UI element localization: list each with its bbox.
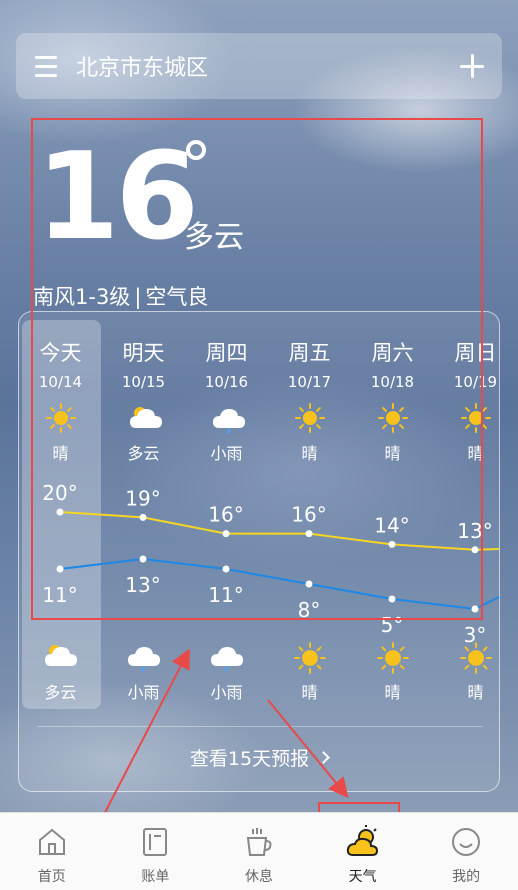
weather-screen: 北京市东城区 16 多云 南风1-3级 | 空气良 今天 10/14 晴 多云 明天…	[0, 0, 518, 812]
tab-label: 休息	[244, 869, 273, 885]
weather-icon	[346, 825, 380, 859]
tab-label: 天气	[348, 869, 377, 885]
high-temperature-label: 16°	[208, 503, 243, 527]
low-temperature-label: 11°	[42, 583, 77, 607]
menu-icon[interactable]	[16, 33, 76, 99]
tab-label: 账单	[141, 869, 170, 885]
temperature-point	[388, 540, 396, 548]
temperature-point	[305, 580, 313, 588]
smile-icon	[449, 825, 483, 859]
temperature-point	[471, 546, 479, 554]
wind-label: 南风1-3级	[33, 285, 131, 309]
tab-label: 首页	[37, 869, 66, 885]
temperature-point	[388, 595, 396, 603]
high-temperature-line	[59, 511, 499, 551]
high-temperature-label: 14°	[374, 513, 409, 537]
high-temperature-label: 19°	[125, 486, 160, 510]
temperature-point	[56, 565, 64, 573]
temperature-point	[222, 530, 230, 538]
location-bar: 北京市东城区	[16, 33, 502, 99]
air-quality-label: 空气良	[145, 285, 209, 309]
add-city-icon[interactable]	[442, 33, 502, 99]
temperature-point	[222, 565, 230, 573]
high-temperature-label: 13°	[457, 519, 492, 543]
tab-smile[interactable]: 我的	[414, 813, 518, 890]
low-temperature-label: 5°	[381, 613, 404, 637]
low-temperature-label: 11°	[208, 583, 243, 607]
divider	[37, 726, 483, 727]
temperature-chart: 20° 11° 19° 13° 16° 11° 16° 8° 14° 5° 13° 3°	[42, 481, 499, 647]
low-temperature-label: 3°	[464, 623, 487, 647]
low-temperature-label: 8°	[298, 598, 321, 622]
current-temperature: 16	[36, 128, 199, 267]
high-temperature-label: 20°	[42, 481, 77, 505]
bottom-tab-bar: 首页 账单 休息 天气 我的	[0, 812, 518, 890]
wind-air-line: 南风1-3级 | 空气良	[33, 281, 208, 311]
tab-coffee[interactable]: 休息	[207, 813, 311, 890]
fifteen-day-forecast-link[interactable]: 查看15天预报	[19, 744, 499, 771]
forecast-panel: 今天 10/14 晴 多云 明天 10/15 多云 小雨 周四 10/16 小雨…	[18, 311, 500, 792]
tab-bill[interactable]: 账单	[104, 813, 208, 890]
fifteen-day-label: 查看15天预报	[189, 748, 310, 770]
tab-weather[interactable]: 天气	[311, 813, 415, 890]
chevron-right-icon	[317, 751, 330, 764]
current-condition: 多云	[184, 220, 244, 255]
bill-icon	[138, 825, 172, 859]
separator: |	[134, 285, 142, 309]
temperature-point	[56, 508, 64, 516]
coffee-icon	[242, 825, 276, 859]
temperature-point	[305, 530, 313, 538]
high-temperature-label: 16°	[291, 503, 326, 527]
tab-home[interactable]: 首页	[0, 813, 104, 890]
home-icon	[35, 825, 69, 859]
location-label[interactable]: 北京市东城区	[76, 50, 442, 82]
temperature-point	[139, 513, 147, 521]
temperature-point	[471, 605, 479, 613]
degree-symbol	[186, 140, 206, 160]
low-temperature-label: 13°	[125, 573, 160, 597]
tab-label: 我的	[452, 869, 481, 885]
temperature-point	[139, 555, 147, 563]
